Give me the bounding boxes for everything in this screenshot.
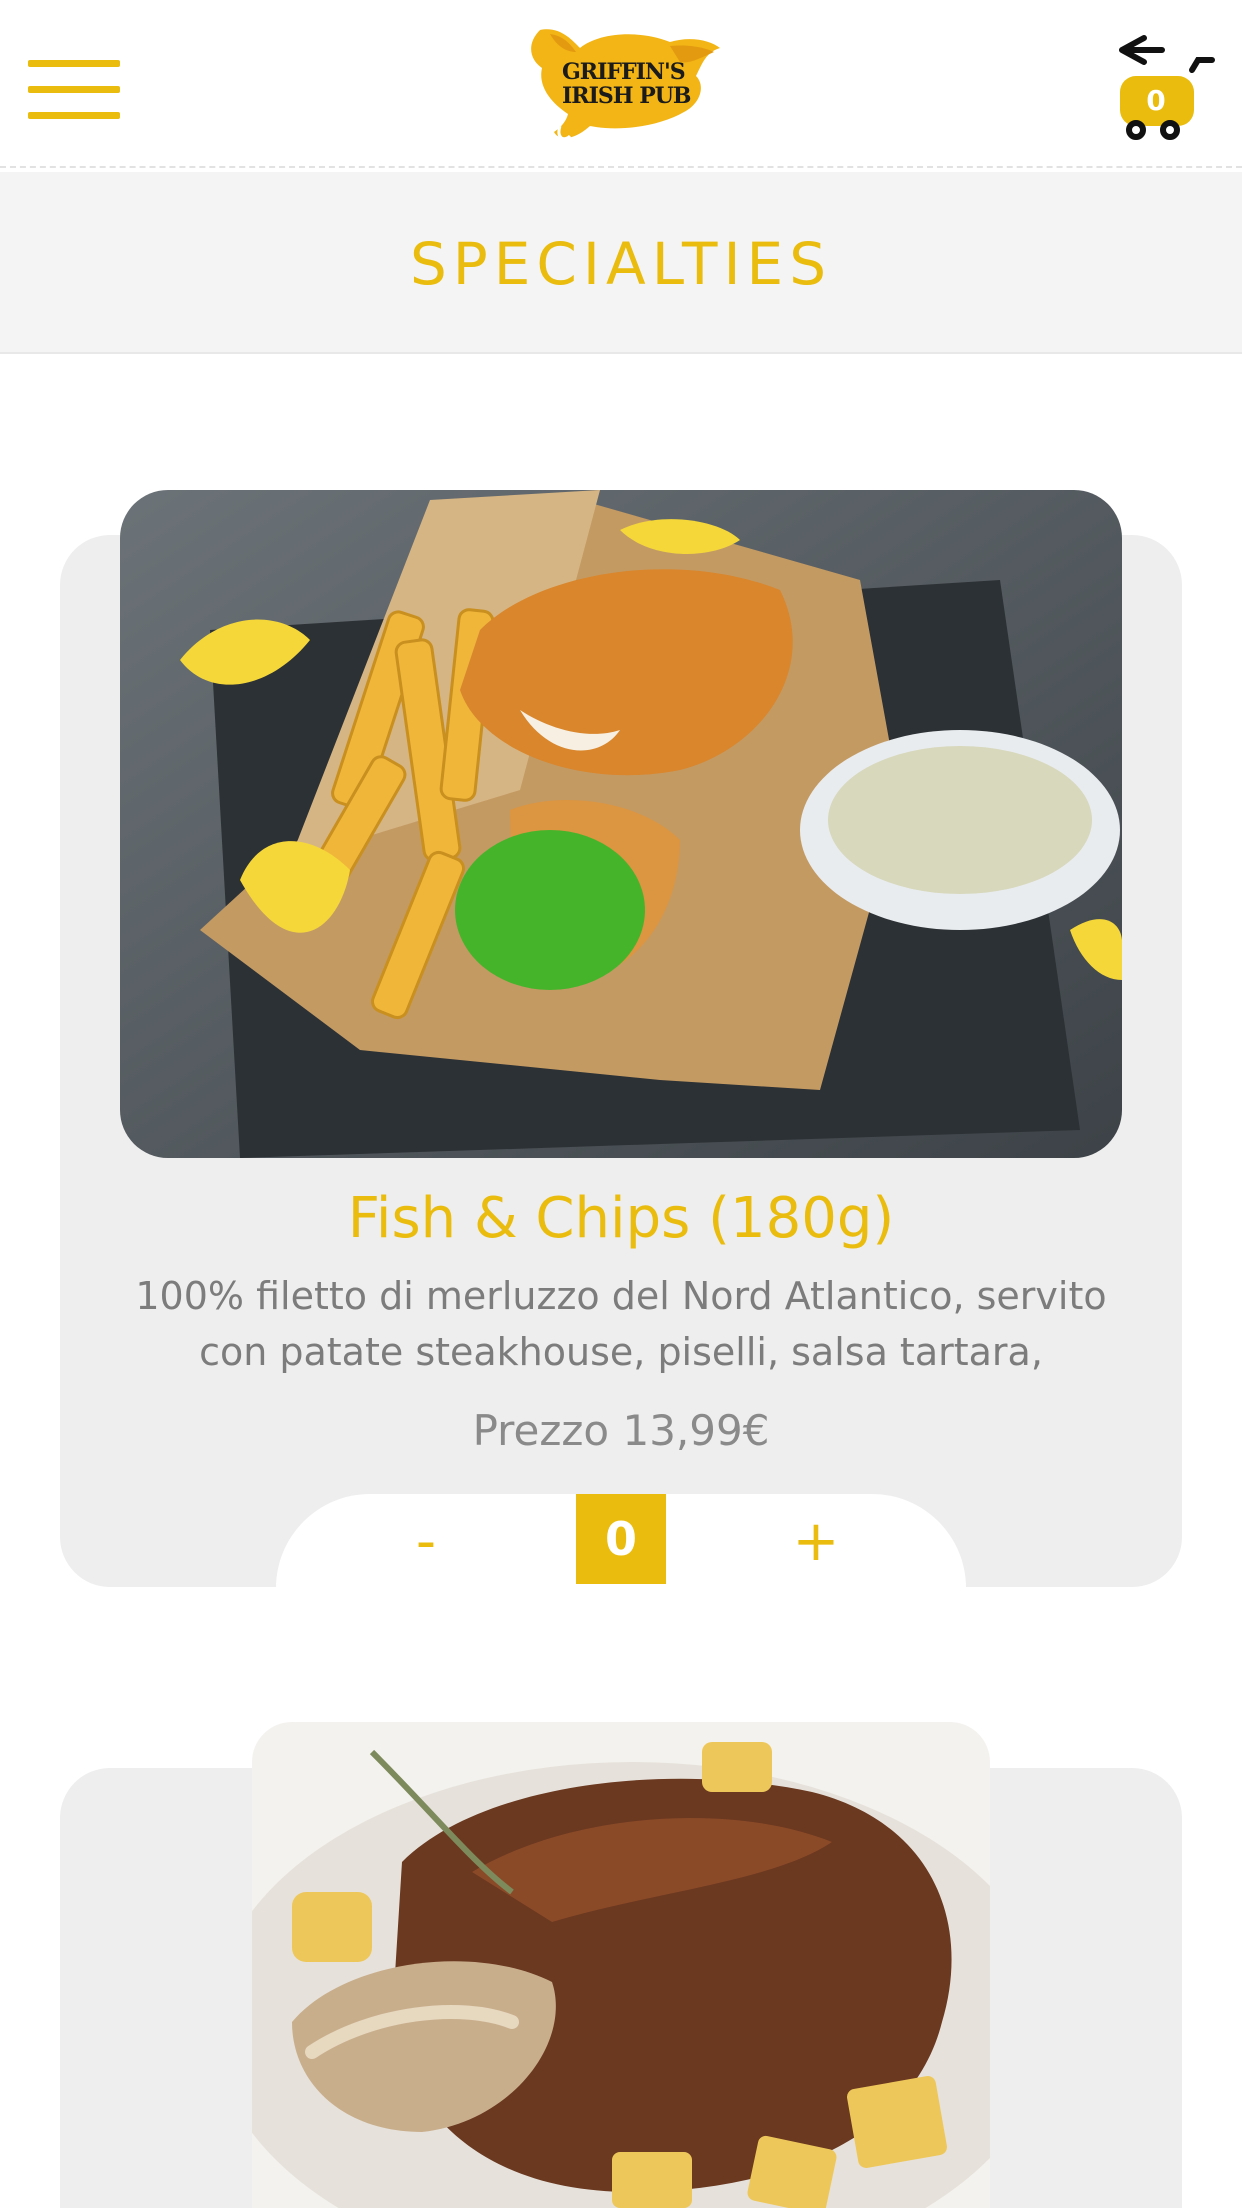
logo-line-2: IRISH PUB: [562, 83, 692, 109]
category-header: SPECIALTIES: [0, 172, 1242, 354]
decrease-quantity-button[interactable]: -: [386, 1510, 466, 1574]
app-header: GRIFFIN'S IRISH PUB 0: [0, 0, 1242, 168]
quantity-value: 0: [576, 1494, 666, 1584]
page: GRIFFIN'S IRISH PUB 0 SPECIALTIES Fish &…: [0, 0, 1242, 2208]
product-description: 100% filetto di merluzzo del Nord Atlant…: [135, 1274, 1107, 1374]
product-photo: [252, 1722, 990, 2208]
increase-quantity-button[interactable]: +: [776, 1510, 856, 1574]
hamburger-menu-button[interactable]: [28, 60, 120, 122]
hamburger-icon: [28, 60, 120, 67]
fish-and-chips-image: [120, 490, 1122, 1158]
cart-count-badge: 0: [1146, 84, 1166, 117]
brand-logo[interactable]: GRIFFIN'S IRISH PUB: [520, 22, 726, 146]
product-name: Fish & Chips (180g): [347, 1186, 895, 1251]
roast-shank-image: [252, 1722, 990, 2208]
logo-line-1: GRIFFIN'S: [562, 59, 686, 85]
category-title: SPECIALTIES: [409, 230, 833, 298]
product-photo: [120, 490, 1122, 1158]
product-price: Prezzo 13,99€: [472, 1406, 770, 1455]
quantity-stepper: - 0 +: [276, 1494, 966, 1588]
cart-button[interactable]: 0: [1118, 34, 1218, 144]
